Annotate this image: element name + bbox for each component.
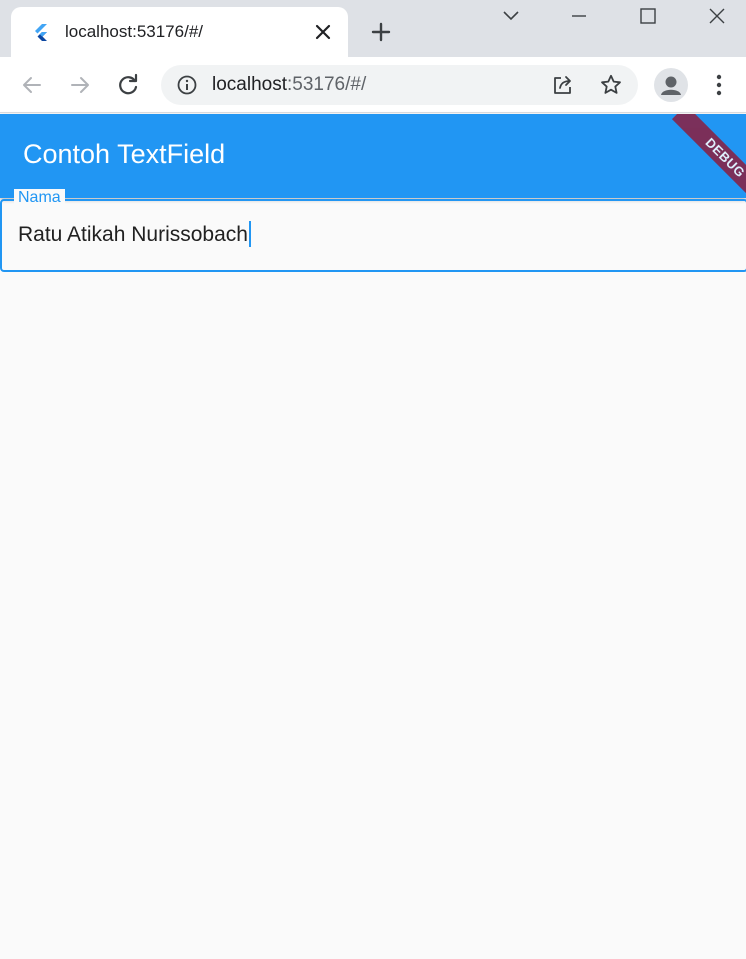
maximize-icon[interactable] <box>636 4 660 28</box>
url-port-path: :53176/#/ <box>287 74 367 95</box>
new-tab-icon[interactable] <box>369 20 393 44</box>
name-text-field[interactable]: Nama Ratu Atikah Nurissobach <box>0 189 746 272</box>
info-icon[interactable] <box>176 74 198 96</box>
forward-icon[interactable] <box>67 72 93 98</box>
flutter-logo-icon <box>35 24 47 41</box>
menu-icon[interactable] <box>707 72 731 98</box>
name-input-value[interactable]: Ratu Atikah Nurissobach <box>18 221 251 247</box>
browser-toolbar: localhost:53176/#/ <box>0 57 746 113</box>
browser-tab[interactable]: localhost:53176/#/ <box>11 7 348 57</box>
profile-icon[interactable] <box>654 68 688 102</box>
share-icon[interactable] <box>551 73 575 97</box>
app-bar: Contoh TextField DEBUG <box>0 114 746 198</box>
text-cursor <box>248 221 251 247</box>
page-title: Contoh TextField <box>23 139 226 169</box>
close-tab-icon[interactable] <box>311 20 335 44</box>
tab-search-icon[interactable] <box>499 4 523 28</box>
tab-strip: localhost:53176/#/ <box>0 0 746 57</box>
back-icon[interactable] <box>19 72 45 98</box>
tab-title: localhost:53176/#/ <box>65 22 203 41</box>
minimize-icon[interactable] <box>567 4 591 28</box>
reload-icon[interactable] <box>115 72 141 98</box>
name-value-text: Ratu Atikah Nurissobach <box>18 223 248 246</box>
url-text[interactable]: localhost:53176/#/ <box>212 74 366 96</box>
address-bar[interactable]: localhost:53176/#/ <box>161 65 638 105</box>
avatar <box>661 76 681 95</box>
close-window-icon[interactable] <box>705 4 729 28</box>
text-field-label: Nama <box>14 189 65 207</box>
debug-banner: DEBUG <box>671 114 746 198</box>
url-host: localhost <box>212 74 287 95</box>
star-icon[interactable] <box>599 73 623 97</box>
